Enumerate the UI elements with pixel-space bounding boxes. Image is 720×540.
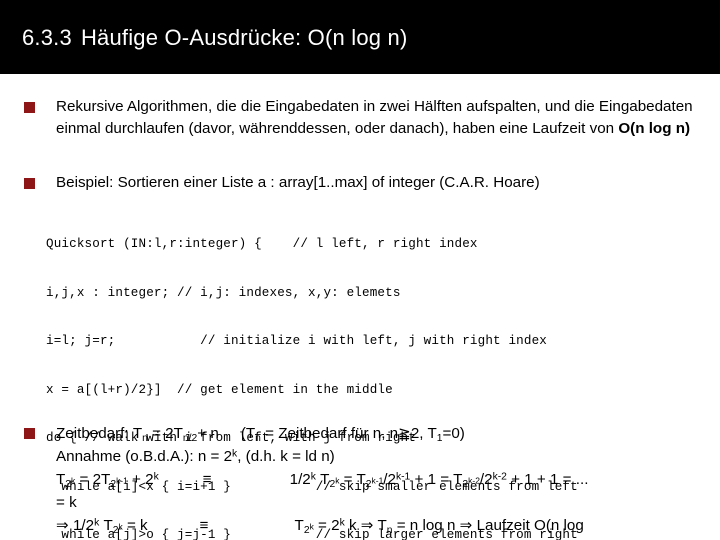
eq1-T2: T: [101, 471, 111, 488]
timing-recurrence-line: Zeitbedarf: Tn = 2Tn/2+ n (Tn = Zeitbedar…: [56, 422, 714, 445]
bullet-item-timing-text: Zeitbedarf: Tn = 2Tn/2+ n (Tn = Zeitbedar…: [56, 422, 714, 537]
title-banner: 6.3.3 Häufige O-Ausdrücke: O(n log n): [0, 0, 720, 74]
eq2-T: T: [103, 517, 113, 534]
square-bullet-icon: [24, 178, 35, 189]
eq1r-div2-exp: k-2: [492, 471, 507, 483]
bullet-item-timing: Zeitbedarf: Tn = 2Tn/2+ n (Tn = Zeitbedar…: [24, 422, 714, 537]
eq1r-div: /2: [383, 471, 396, 488]
timing-equals-k-line: = k: [56, 494, 77, 511]
eq2-T-subscript: 2k: [113, 522, 123, 536]
recurrence-equals: = 2: [147, 425, 174, 442]
eq1r-lead-exp: k: [310, 471, 316, 483]
recurrence-note-two: 2, T: [410, 425, 437, 442]
title-label: Häufige O-Ausdrücke: O(n log n): [80, 25, 408, 50]
bullet-item-recursion: Rekursive Algorithmen, die die Eingabeda…: [24, 96, 714, 139]
assumption-suffix: , (d.h. k = ld n): [237, 448, 335, 465]
recurrence-plus-n: + n: [197, 425, 219, 442]
eq1r-T3-sub-exp: k-2: [468, 475, 480, 486]
eq1r-div-exp: k-1: [395, 471, 411, 483]
eq1-T: T: [56, 471, 66, 488]
code-line: i,j,x : integer; // i,j: indexes, x,y: e…: [46, 285, 401, 300]
timing-equation-1: T2k = 2T2k-1 + 2k ≡ 1/2k T2k = T2k-1/2k-1 …: [56, 468, 714, 491]
code-line: Quicksort (IN:l,r:integer) { // l left, …: [46, 237, 478, 252]
eq1r-div2: /2: [479, 471, 493, 488]
eq1r-T2-sub-exp: k-1: [371, 475, 384, 486]
recurrence-note-open: (T: [240, 425, 256, 442]
eq1r-eq: =: [339, 471, 357, 488]
bullet-item-example-text: Beispiel: Sortieren einer Liste a : arra…: [56, 174, 540, 191]
eq2r-final: Laufzeit O(n log: [472, 517, 584, 534]
recurrence-note-close: =0): [442, 425, 465, 442]
eq1-T-subscript: 2k: [65, 476, 75, 490]
bullet-recursion-main: Rekursive Algorithmen, die die Eingabeda…: [56, 98, 693, 137]
slide-body: Rekursive Algorithmen, die die Eingabeda…: [0, 74, 720, 540]
eq2-lead: 1/2: [68, 517, 95, 534]
bullet-item-example: Beispiel: Sortieren einer Liste a : arra…: [24, 172, 714, 194]
eq1r-lead: 1/2: [289, 471, 311, 488]
assumption-prefix: Annahme (o.B.d.A.): n = 2: [56, 448, 233, 465]
slide: 6.3.3 Häufige O-Ausdrücke: O(n log n) Rek…: [0, 0, 720, 540]
eq1-mid: = 2: [75, 471, 102, 488]
eq2r-k: k: [344, 517, 361, 534]
equiv-sign: ≡: [202, 471, 212, 488]
eq1-T2-sub-exp: k-1: [116, 475, 128, 486]
geq-sign: ≧: [398, 425, 411, 442]
eq2-lead-exp: k: [94, 517, 100, 529]
title-section-number: 6.3.3: [22, 25, 72, 50]
bullet-item-recursion-text: Rekursive Algorithmen, die die Eingabeda…: [56, 96, 714, 139]
eq1r-T2-subscript: 2k-1: [366, 476, 384, 490]
eq2r-T-subscript: 2k: [304, 522, 314, 536]
eq2r-tail: = n log n: [392, 517, 460, 534]
square-bullet-icon: [24, 102, 35, 113]
page-title: 6.3.3 Häufige O-Ausdrücke: O(n log n): [22, 25, 408, 51]
eq1r-T-subscript: 2k: [329, 476, 339, 490]
eq2r-T2: T: [373, 517, 387, 534]
eq1-tail: + 2: [127, 471, 154, 488]
eq1r-T3: T: [453, 471, 463, 488]
eq1-tail-exp: k: [153, 471, 159, 483]
eq2r-eq: = 2: [313, 517, 340, 534]
eq1r-plus: + 1 =: [410, 471, 454, 488]
recurrence-T: T: [132, 425, 143, 442]
arrow-sign-3: ⇒: [360, 517, 374, 534]
eq1-T2-subscript: 2k-1: [110, 476, 128, 490]
eq1r-end: + 1 + 1 = ...: [506, 471, 589, 488]
recurrence-T2-subscript: n/2: [182, 432, 198, 444]
eq1r-T3-subscript: 2k-2: [462, 476, 480, 490]
eq1r-T2: T: [356, 471, 366, 488]
recurrence-T2: T: [173, 425, 183, 442]
timing-assumption-line: Annahme (o.B.d.A.): n = 2k, (d.h. k = ld…: [56, 445, 714, 468]
timing-label: Zeitbedarf:: [56, 425, 129, 442]
eq2r-T: T: [294, 517, 304, 534]
arrow-sign: ⇒: [56, 517, 69, 534]
equiv-sign-2: ≡: [199, 517, 209, 534]
bullet-recursion-emphasis: O(n log n): [618, 119, 691, 137]
eq2-end: = k: [122, 517, 148, 534]
square-bullet-icon: [24, 428, 35, 439]
recurrence-note-text: = Zeitbedarf für n, n: [260, 425, 399, 442]
code-line: x = a[(l+r)/2}] // get element in the mi…: [46, 382, 393, 397]
timing-equation-2: ⇒ 1/2k T2k = k ≡ T2k = 2k k ⇒ Tn = n log n…: [56, 514, 714, 537]
code-line: i=l; j=r; // initialize i with left, j w…: [46, 334, 547, 349]
arrow-sign-4: ⇒: [459, 517, 473, 534]
